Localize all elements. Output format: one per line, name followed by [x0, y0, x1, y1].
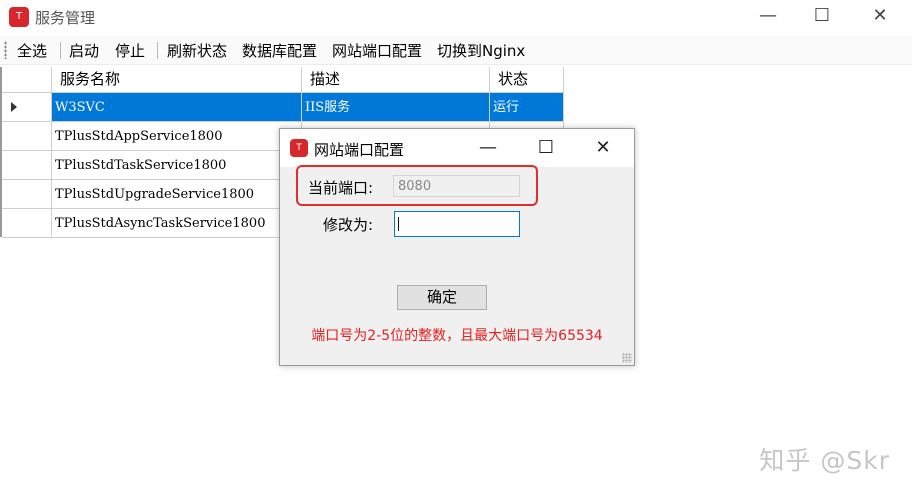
dialog-minimize-button[interactable]: — — [470, 137, 506, 159]
service-name-cell[interactable]: W3SVC — [52, 93, 302, 122]
column-header-status[interactable]: 状态 — [490, 67, 564, 92]
current-port-label: 当前端口: — [308, 179, 374, 197]
grid-header: 服务名称 描述 状态 — [2, 67, 564, 93]
new-port-input[interactable] — [394, 211, 520, 237]
minimize-button[interactable]: — — [748, 4, 788, 28]
current-row-arrow-icon — [11, 102, 17, 112]
text-caret — [398, 217, 399, 231]
website-port-config-button[interactable]: 网站端口配置 — [332, 40, 422, 61]
service-name-cell[interactable]: TPlusStdAsyncTaskService1800 — [52, 209, 302, 238]
window-titlebar: T 服务管理 — ☐ ✕ — [0, 0, 912, 34]
dialog-title: 网站端口配置 — [314, 141, 405, 159]
app-logo-icon: T — [290, 139, 308, 157]
row-header[interactable] — [2, 209, 52, 238]
watermark: 知乎 @Skr — [759, 446, 890, 475]
new-port-label: 修改为: — [323, 216, 374, 234]
service-name-cell[interactable]: TPlusStdAppService1800 — [52, 122, 302, 151]
service-status-cell[interactable]: 运行 — [490, 93, 564, 122]
row-header[interactable] — [2, 151, 52, 180]
row-header[interactable] — [2, 93, 52, 122]
stop-button[interactable]: 停止 — [115, 40, 145, 61]
toolbar-separator — [60, 42, 61, 59]
toolbar-grip-icon[interactable] — [4, 41, 7, 59]
dialog-close-button[interactable]: ✕ — [585, 137, 621, 159]
row-header-corner — [2, 67, 52, 92]
start-button[interactable]: 启动 — [69, 40, 99, 61]
table-row[interactable]: W3SVC IIS服务 运行 — [2, 93, 564, 122]
window-title: 服务管理 — [35, 9, 96, 27]
database-config-button[interactable]: 数据库配置 — [242, 40, 317, 61]
app-logo-icon: T — [9, 7, 29, 27]
service-name-cell[interactable]: TPlusStdUpgradeService1800 — [52, 180, 302, 209]
maximize-button[interactable]: ☐ — [802, 4, 842, 28]
refresh-status-button[interactable]: 刷新状态 — [167, 40, 227, 61]
resize-grip-icon[interactable] — [622, 353, 632, 363]
dialog-maximize-button[interactable]: ☐ — [528, 137, 564, 159]
toolbar: 全选 启动 停止 刷新状态 数据库配置 网站端口配置 切换到Nginx — [0, 36, 912, 65]
dialog-titlebar[interactable]: T 网站端口配置 — ☐ ✕ — [280, 129, 634, 167]
row-header[interactable] — [2, 122, 52, 151]
close-button[interactable]: ✕ — [860, 4, 900, 28]
toolbar-separator — [157, 42, 158, 59]
select-all-button[interactable]: 全选 — [17, 40, 47, 61]
switch-to-nginx-button[interactable]: 切换到Nginx — [437, 40, 525, 61]
service-description-cell[interactable]: IIS服务 — [302, 93, 490, 122]
port-config-dialog: T 网站端口配置 — ☐ ✕ 当前端口: 8080 修改为: 确定 端口号为2-… — [279, 128, 635, 366]
port-hint-text: 端口号为2-5位的整数，且最大端口号为65534 — [311, 328, 603, 344]
column-header-description[interactable]: 描述 — [302, 67, 490, 92]
ok-button[interactable]: 确定 — [397, 285, 487, 310]
row-header[interactable] — [2, 180, 52, 209]
column-header-name[interactable]: 服务名称 — [52, 67, 302, 92]
service-name-cell[interactable]: TPlusStdTaskService1800 — [52, 151, 302, 180]
current-port-field: 8080 — [393, 175, 520, 197]
